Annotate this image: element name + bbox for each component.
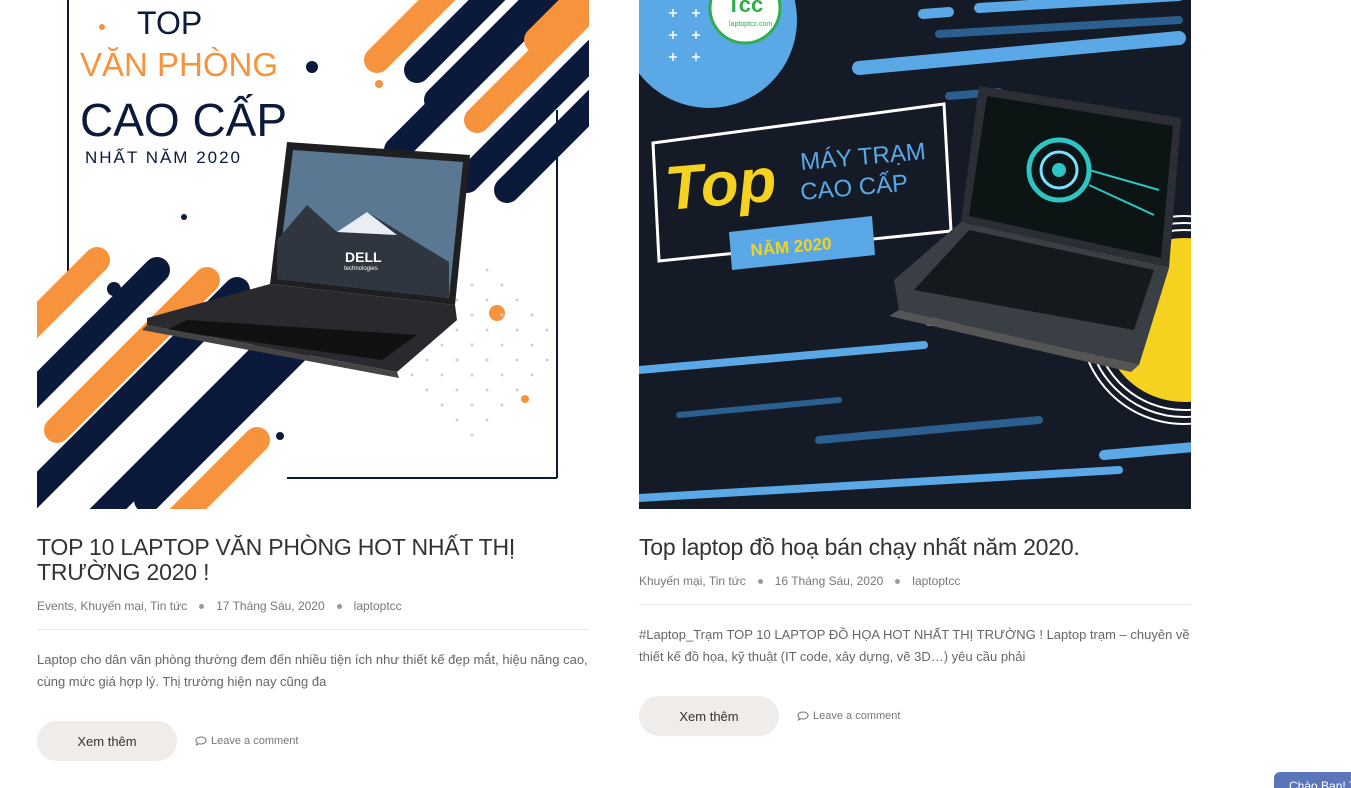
dell-logo-sub: technologies [344,266,378,272]
image-text-top: Top [662,146,779,224]
meta-separator [895,578,901,584]
image-text-nhat-nam: NHẤT NĂM 2020 [85,148,242,167]
leave-comment-label: Leave a comment [813,710,901,722]
post-date[interactable]: 16 Tháng Sáu, 2020 [775,574,884,588]
leave-comment-link[interactable]: Leave a comment [797,710,900,722]
post-thumbnail[interactable]: Tcc laptoptcc.com Top MÁY TRẠM CAO CẤP N… [639,0,1191,509]
post-actions: Xem thêm Leave a comment [37,721,589,761]
post-title[interactable]: Top laptop đồ hoạ bán chạy nhất năm 2020… [639,535,1191,560]
post-excerpt: Laptop cho dân văn phòng thường đem đến … [37,652,588,689]
leave-comment-label: Leave a comment [211,735,299,747]
meta-separator [757,578,763,584]
divider [37,629,589,630]
speech-bubble-icon [195,736,207,746]
post-image-workstation-laptops: Tcc laptoptcc.com Top MÁY TRẠM CAO CẤP N… [639,0,1191,509]
post-author[interactable]: laptoptcc [912,574,960,588]
post-categories[interactable]: Khuyến mại, Tin tức [639,574,746,588]
post-author[interactable]: laptoptcc [354,599,402,613]
meta-separator [199,603,205,609]
post-date[interactable]: 17 Tháng Sáu, 2020 [216,599,325,613]
image-text-top: TOP [137,5,202,41]
image-text-van-phong: VĂN PHÒNG [80,46,278,83]
post-thumbnail[interactable]: TOP VĂN PHÒNG CAO CẤP NHẤT NĂM 2020 DELL… [37,0,589,509]
post-excerpt: #Laptop_Trạm TOP 10 LAPTOP ĐỒ HỌA HOT NH… [639,627,1190,664]
post-title[interactable]: TOP 10 LAPTOP VĂN PHÒNG HOT NHẤT THỊ TRƯ… [37,535,567,585]
post-categories[interactable]: Events, Khuyến mại, Tin tức [37,599,187,613]
read-more-button[interactable]: Xem thêm [37,721,177,761]
image-text-cao-cap: CAO CẤP [80,94,287,146]
post-card: Tcc laptoptcc.com Top MÁY TRẠM CAO CẤP N… [639,0,1191,736]
post-meta: Khuyến mại, Tin tức 16 Tháng Sáu, 2020 l… [639,573,1191,589]
chat-widget-tab[interactable]: Chào Bạn! T [1274,772,1351,788]
post-meta: Events, Khuyến mại, Tin tức 17 Tháng Sáu… [37,598,589,614]
speech-bubble-icon [797,711,809,721]
dell-logo: DELL [345,249,382,265]
meta-separator [336,603,342,609]
divider [639,604,1191,605]
leave-comment-link[interactable]: Leave a comment [195,735,298,747]
read-more-button[interactable]: Xem thêm [639,696,779,736]
tcc-logo: Tcc [727,0,763,17]
post-image-office-laptops: TOP VĂN PHÒNG CAO CẤP NHẤT NĂM 2020 DELL… [37,0,589,509]
post-card: TOP VĂN PHÒNG CAO CẤP NHẤT NĂM 2020 DELL… [37,0,589,761]
tcc-logo-sub: laptoptcc.com [729,21,772,28]
post-actions: Xem thêm Leave a comment [639,696,1191,736]
